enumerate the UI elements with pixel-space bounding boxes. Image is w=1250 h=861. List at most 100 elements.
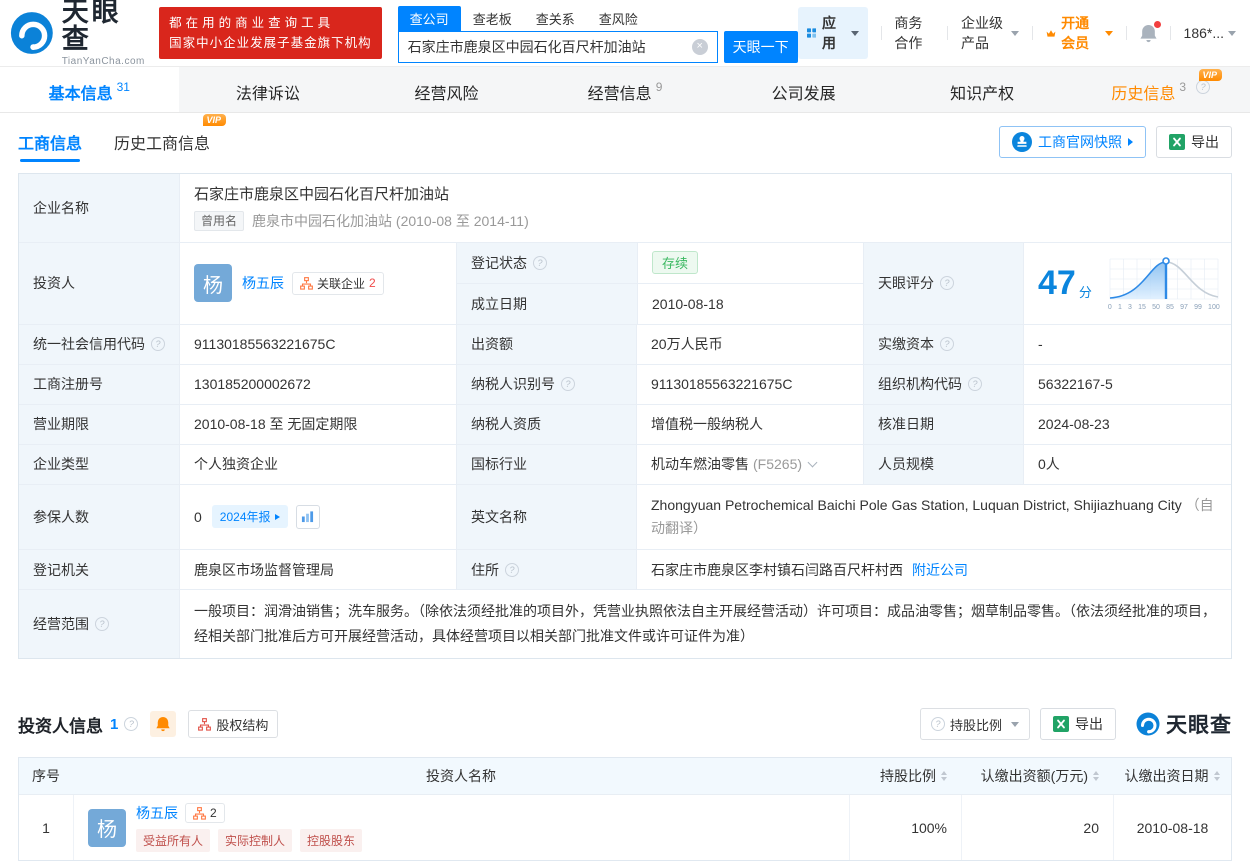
- score-cell: 47 分 0 1 3 15 50 85 97 99 100: [1023, 242, 1231, 324]
- tab-label: 经营信息: [587, 86, 652, 103]
- tag-beneficial-owner[interactable]: 受益所有人: [136, 829, 211, 853]
- help-icon[interactable]: [940, 337, 954, 352]
- taxpayer-id-value: 91130185563221675C: [636, 364, 863, 404]
- help-icon[interactable]: [1196, 80, 1211, 94]
- field-label: 纳税人识别号: [456, 364, 636, 404]
- investors-table-header: 序号 投资人名称 持股比例 认缴出资额(万元) 认缴出资日期: [19, 758, 1231, 795]
- tab-label: 公司发展: [771, 86, 836, 103]
- investor-link[interactable]: 杨五辰: [136, 803, 178, 823]
- chevron-down-icon: [1105, 30, 1114, 36]
- search-input[interactable]: 石家庄市鹿泉区中园石化百尺杆加油站: [397, 30, 718, 63]
- enterprise-products-menu[interactable]: 企业级产品: [961, 13, 1020, 53]
- tab-operation-info[interactable]: 经营信息 9: [536, 67, 715, 112]
- ratio-filter-dropdown[interactable]: 持股比例: [919, 708, 1030, 741]
- company-nav-tabs: 基本信息 31 法律诉讼 经营风险 经营信息 9 公司发展 知识产权 VIP 历…: [0, 66, 1250, 113]
- tag-controlling-shareholder[interactable]: 控股股东: [300, 829, 363, 853]
- column-investor-name: 投资人名称: [426, 768, 496, 785]
- column-date-sortable[interactable]: 认缴出资日期: [1113, 766, 1231, 786]
- org-code-value: 56322167-5: [1023, 364, 1231, 404]
- company-name-cell: 石家庄市鹿泉区中园石化百尺杆加油站 曾用名 鹿泉市中园石化加油站 (2010-0…: [179, 174, 1231, 242]
- notifications-bell[interactable]: [1140, 20, 1161, 43]
- subtab-business-info[interactable]: 工商信息: [18, 116, 82, 168]
- vip-badge: VIP: [1198, 69, 1223, 81]
- help-icon[interactable]: [151, 337, 165, 352]
- score-unit: 分: [1078, 284, 1092, 300]
- related-count: 2: [210, 806, 217, 821]
- related-companies-badge[interactable]: 关联企业 2: [292, 271, 384, 295]
- address-cell: 石家庄市鹿泉区李村镇石闫路百尺杆村西 附近公司: [636, 550, 1231, 590]
- field-label: 投资人: [19, 242, 179, 324]
- help-icon[interactable]: [561, 377, 575, 392]
- annual-report-label: 2024年报: [219, 510, 271, 525]
- search-tab-company[interactable]: 查公司: [397, 5, 461, 31]
- reg-authority-value: 鹿泉区市场监督管理局: [179, 550, 456, 590]
- help-icon[interactable]: [124, 717, 139, 732]
- snapshot-label: 工商官网快照: [1038, 134, 1122, 150]
- field-label: 出资额: [456, 324, 636, 364]
- field-label: 人员规模: [863, 444, 1023, 484]
- tab-label: 法律诉讼: [235, 86, 300, 103]
- tab-company-development[interactable]: 公司发展: [714, 67, 893, 112]
- search-tab-risk[interactable]: 查风险: [587, 6, 650, 31]
- related-label: 关联企业: [317, 276, 366, 291]
- chevron-down-icon: [850, 30, 859, 36]
- clear-icon[interactable]: [691, 38, 708, 55]
- crown-icon: [1046, 29, 1056, 37]
- annual-report-button[interactable]: 2024年报: [211, 505, 288, 529]
- biz-coop-link[interactable]: 商务合作: [894, 13, 934, 53]
- official-snapshot-button[interactable]: 工商官网快照: [999, 126, 1146, 158]
- column-index: 序号: [32, 768, 60, 785]
- column-amount-sortable[interactable]: 认缴出资额(万元): [961, 766, 1113, 786]
- apps-menu[interactable]: 应用: [797, 7, 868, 59]
- notification-dot: [1153, 20, 1161, 28]
- tab-history-info[interactable]: VIP 历史信息 3: [1071, 67, 1250, 112]
- search-tabs: 查公司 查老板 查关系 查风险: [397, 5, 798, 31]
- subtab-history-business-info[interactable]: 历史工商信息 VIP: [114, 114, 227, 168]
- english-name-value: Zhongyuan Petrochemical Baichi Pole Gas …: [651, 496, 1182, 513]
- former-name-tag: 曾用名: [194, 211, 245, 232]
- nearby-companies-link[interactable]: 附近公司: [912, 560, 968, 580]
- approval-date-value: 2024-08-23: [1023, 404, 1231, 444]
- search-tab-boss[interactable]: 查老板: [461, 6, 524, 31]
- tab-basic-info[interactable]: 基本信息 31: [0, 67, 179, 112]
- search-input-value: 石家庄市鹿泉区中园石化百尺杆加油站: [407, 38, 646, 55]
- help-icon[interactable]: [505, 562, 519, 577]
- export-button[interactable]: 导出: [1156, 126, 1232, 158]
- help-icon[interactable]: [533, 255, 547, 270]
- avatar[interactable]: 杨: [88, 808, 126, 847]
- investors-export-button[interactable]: 导出: [1040, 708, 1116, 741]
- row-business-term: 营业期限 2010-08-18 至 无固定期限 纳税人资质 增值税一般纳税人 核…: [19, 403, 1231, 444]
- insured-trend-button[interactable]: [295, 504, 320, 529]
- column-ratio-sortable[interactable]: 持股比例: [849, 766, 961, 786]
- table-row: 1 杨 杨五辰 2 受益所有人 实际控制人 控股股东 100% 20 2010-…: [19, 794, 1231, 861]
- investor-link[interactable]: 杨五辰: [242, 273, 284, 293]
- help-icon[interactable]: [95, 617, 109, 632]
- avatar[interactable]: 杨: [194, 264, 232, 303]
- brand-domain: TianYanCha.com: [61, 56, 145, 67]
- field-label: 企业名称: [19, 174, 179, 242]
- tab-operation-risk[interactable]: 经营风险: [357, 67, 536, 112]
- vip-upgrade-menu[interactable]: 开通会员: [1046, 13, 1114, 53]
- investors-section-header: 投资人信息 1 股权结构 持股比例 导出: [0, 703, 1250, 745]
- org-chart-icon: [300, 276, 313, 290]
- help-icon[interactable]: [968, 377, 982, 392]
- tag-actual-controller[interactable]: 实际控制人: [218, 829, 293, 853]
- search-button[interactable]: 天眼一下: [723, 30, 798, 63]
- tab-legal-proceedings[interactable]: 法律诉讼: [179, 67, 358, 112]
- promo-banner: 都在用的商业查询工具 国家中小企业发展子基金旗下机构: [159, 7, 382, 59]
- related-companies-badge[interactable]: 2: [185, 803, 225, 824]
- top-bar: 天眼查 TianYanCha.com 都在用的商业查询工具 国家中小企业发展子基…: [0, 0, 1250, 67]
- monitor-bell-button[interactable]: [150, 711, 177, 738]
- arrow-right-icon: [274, 513, 280, 520]
- account-menu[interactable]: 186*...: [1184, 25, 1237, 41]
- search-tab-relation[interactable]: 查关系: [524, 6, 587, 31]
- brand-name: 天眼查: [61, 0, 122, 54]
- divider: [880, 26, 882, 40]
- chevron-down-icon[interactable]: [807, 457, 818, 468]
- tab-intellectual-property[interactable]: 知识产权: [893, 67, 1072, 112]
- equity-structure-button[interactable]: 股权结构: [188, 710, 279, 739]
- company-type-value: 个人独资企业: [179, 444, 456, 484]
- help-icon[interactable]: [940, 276, 954, 291]
- tianyancha-logo[interactable]: 天眼查 TianYanCha.com: [10, 0, 147, 67]
- ratio-value: 100%: [849, 795, 961, 861]
